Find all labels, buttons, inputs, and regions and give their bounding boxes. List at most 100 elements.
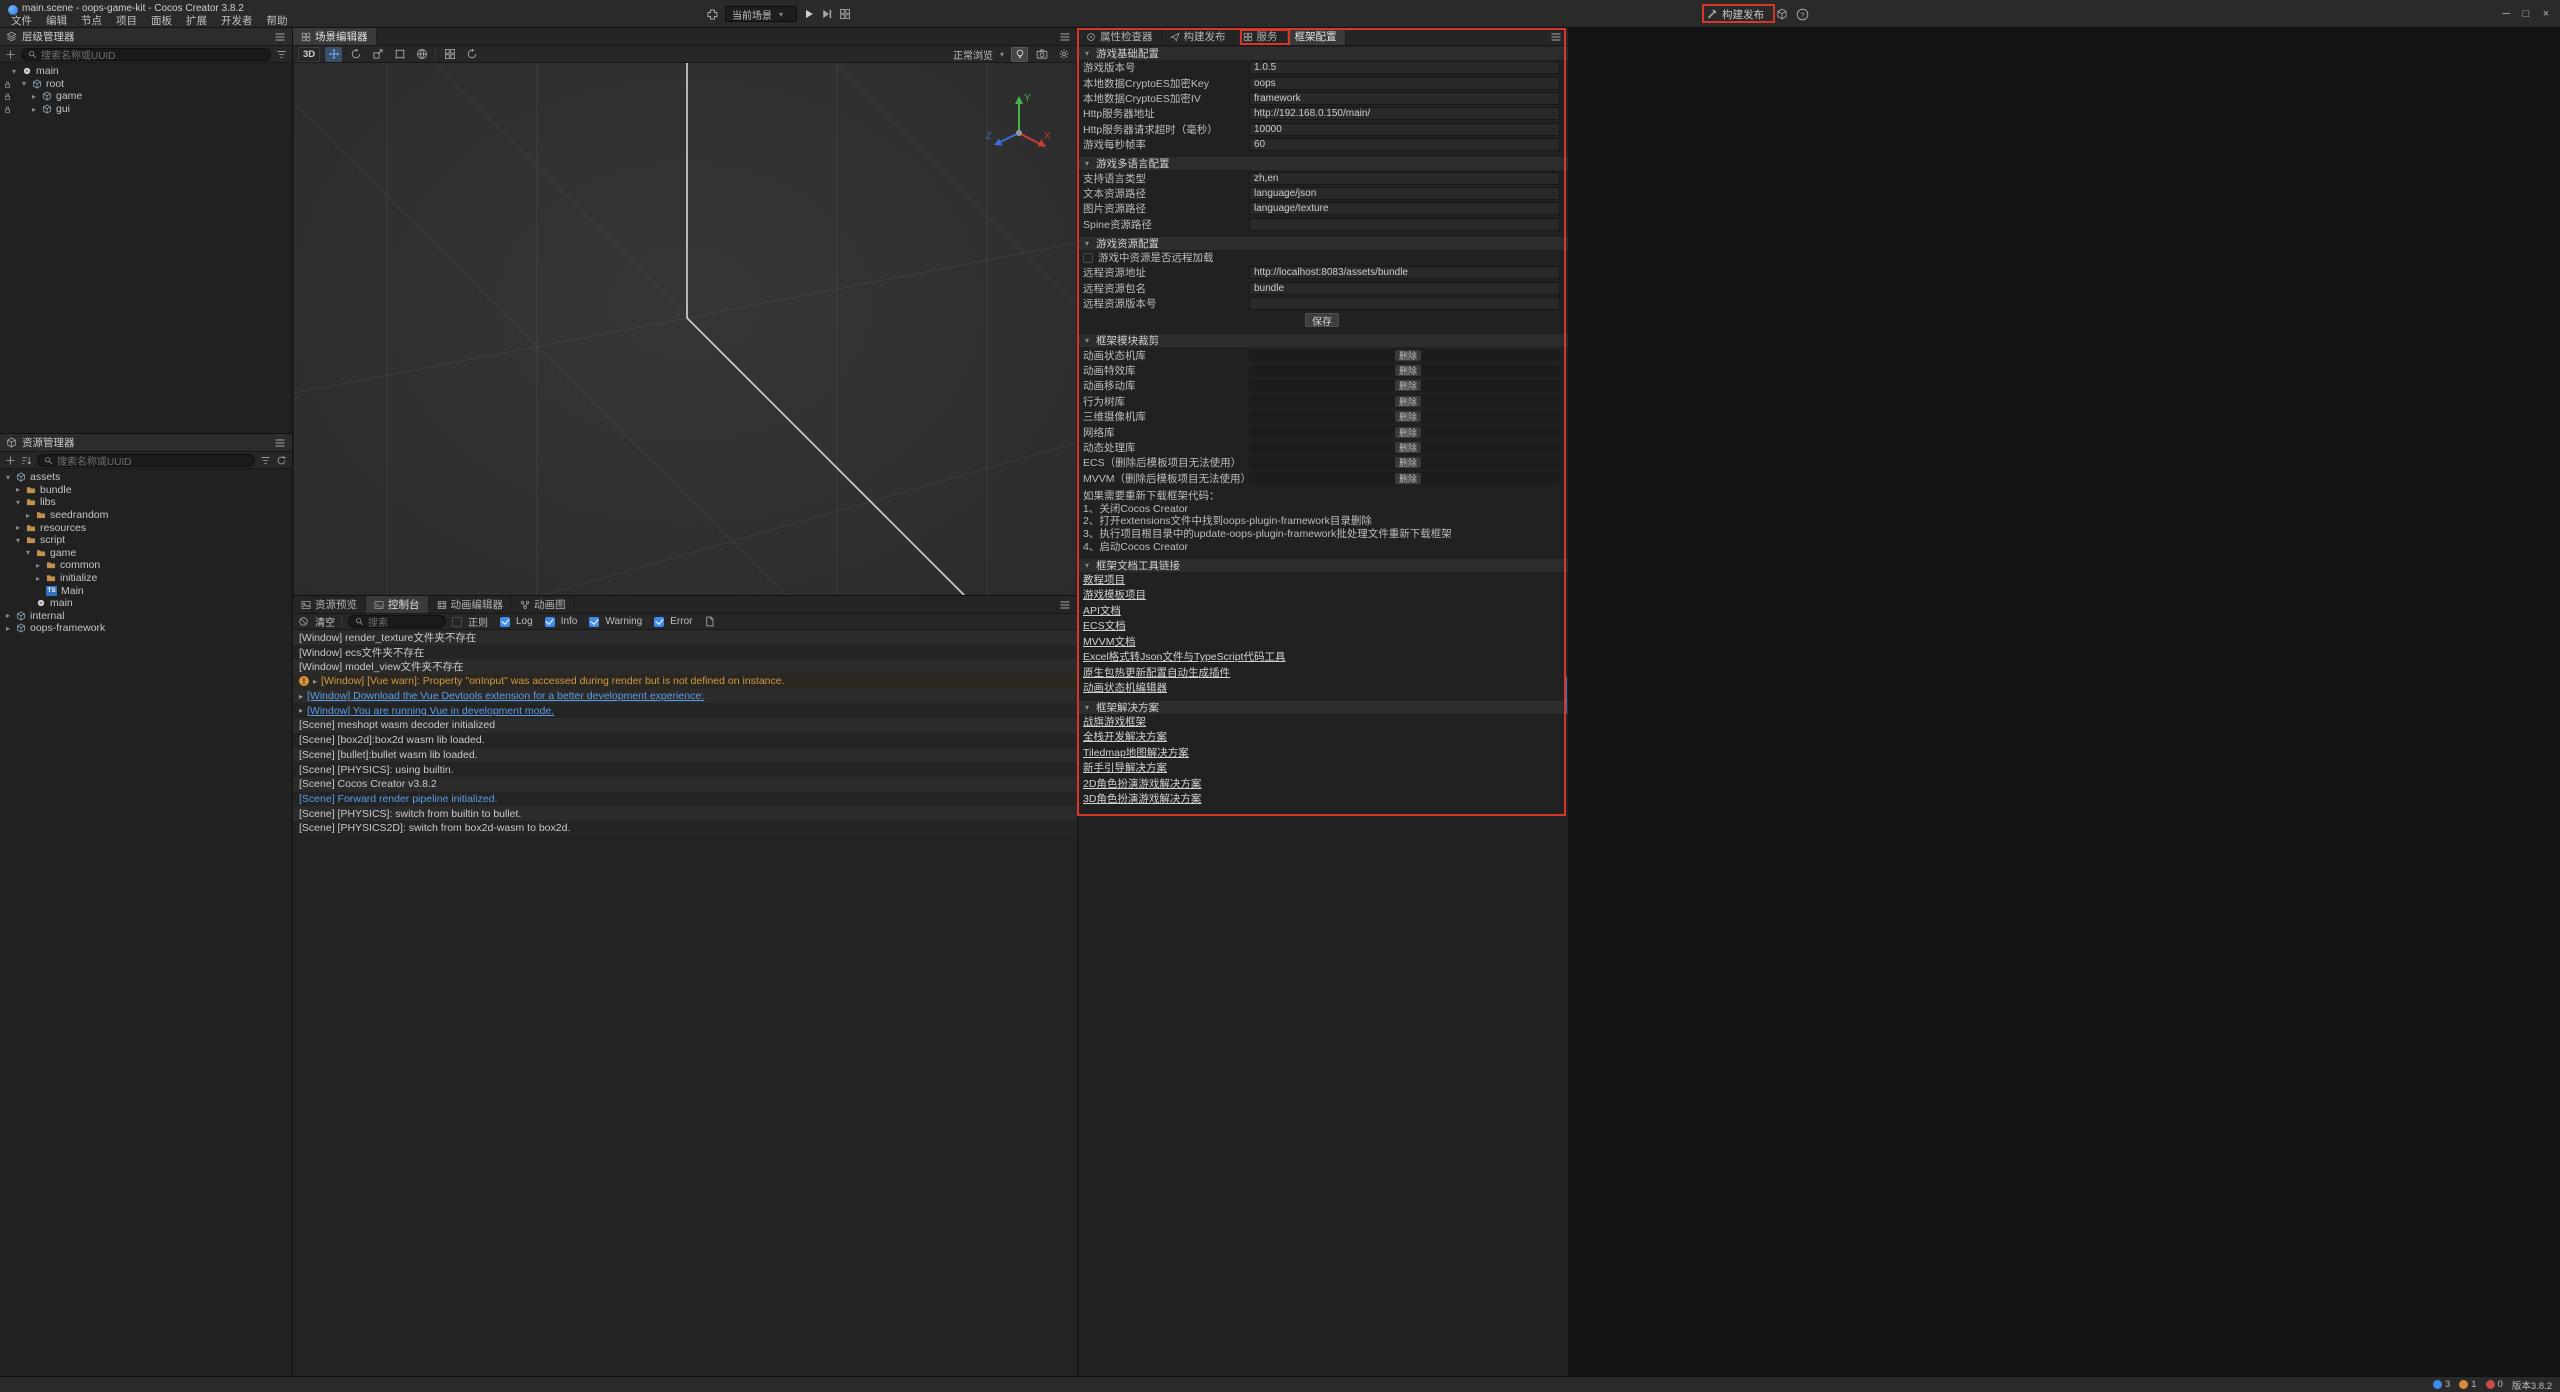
log-row[interactable]: [Window] ecs文件夹不存在 — [293, 645, 1077, 660]
solution-link-tiledmap[interactable]: Tiledmap地图解决方案 — [1083, 745, 1189, 760]
dimension-toggle[interactable]: 3D — [298, 47, 320, 62]
filter-info-checkbox[interactable] — [545, 617, 555, 627]
solution-link-3drpg[interactable]: 3D角色扮演游戏解决方案 — [1083, 791, 1201, 806]
scene-viewport[interactable]: Y X Z — [294, 63, 1076, 595]
section-i18n[interactable]: ▾游戏多语言配置 — [1078, 157, 1568, 170]
panel-menu-icon[interactable] — [274, 437, 286, 449]
scene-settings-button[interactable] — [1055, 47, 1072, 62]
assets-search-input[interactable]: 搜索名称或UUID — [37, 454, 255, 467]
delete-module-button[interactable]: 删除 — [1395, 396, 1421, 407]
expand-caret-icon[interactable]: ▾ — [24, 548, 32, 557]
section-solutions[interactable]: ▾框架解决方案 — [1078, 701, 1568, 714]
delete-module-button[interactable]: 删除 — [1395, 427, 1421, 438]
spine-path-input[interactable] — [1249, 218, 1560, 231]
menu-item-panel[interactable]: 面板 — [144, 13, 179, 28]
asset-row-initialize[interactable]: ▸initialize — [0, 572, 292, 585]
snap-grid-button[interactable] — [441, 47, 458, 62]
play-button[interactable] — [803, 8, 815, 20]
filter-log-checkbox[interactable] — [500, 617, 510, 627]
log-row[interactable]: [Scene] [box2d]:box2d wasm lib loaded. — [293, 733, 1077, 748]
tree-node-game[interactable]: ▸ game — [0, 90, 292, 103]
filter-icon[interactable] — [260, 455, 271, 466]
log-row[interactable]: [Scene] Cocos Creator v3.8.2 — [293, 777, 1077, 792]
axis-gizmo[interactable]: Y X Z — [984, 91, 1054, 161]
scale-tool-button[interactable] — [369, 47, 386, 62]
build-publish-button[interactable]: 构建发布 — [1706, 0, 1764, 28]
menu-item-node[interactable]: 节点 — [74, 13, 109, 28]
solution-link-guide[interactable]: 新手引导解决方案 — [1083, 760, 1167, 775]
menu-item-developer[interactable]: 开发者 — [214, 13, 260, 28]
section-resources[interactable]: ▾游戏资源配置 — [1078, 237, 1568, 250]
close-button[interactable]: × — [2536, 8, 2556, 20]
save-button[interactable]: 保存 — [1305, 313, 1339, 327]
preview-device-icon[interactable] — [706, 8, 719, 21]
console-search-input[interactable]: 搜索 — [348, 615, 446, 628]
render-mode-select[interactable]: 正常浏览 — [953, 47, 993, 62]
clear-console-button[interactable]: 清空 — [315, 614, 335, 629]
remote-load-checkbox[interactable] — [1083, 253, 1093, 263]
collapsed-caret-icon[interactable]: ▸ — [30, 105, 38, 114]
hierarchy-search-input[interactable]: 搜索名称或UUID — [21, 48, 271, 61]
log-row[interactable]: [Scene] [PHYSICS2D]: switch from box2d-w… — [293, 821, 1077, 836]
menu-item-project[interactable]: 项目 — [109, 13, 144, 28]
doc-link-api[interactable]: API文档 — [1083, 603, 1121, 618]
collapsed-caret-icon[interactable]: ▸ — [30, 92, 38, 101]
lock-icon[interactable] — [3, 105, 12, 114]
asset-row-internal[interactable]: ▸internal — [0, 610, 292, 623]
log-row[interactable]: [Scene] [bullet]:bullet wasm lib loaded. — [293, 748, 1077, 763]
log-row-link[interactable]: ▸[Window] You are running Vue in develop… — [293, 703, 1077, 718]
languages-input[interactable] — [1249, 172, 1560, 185]
lock-icon[interactable] — [3, 92, 12, 101]
log-row[interactable]: [Window] render_texture文件夹不存在 — [293, 630, 1077, 645]
asset-row-main-scene[interactable]: main — [0, 597, 292, 610]
error-count-badge[interactable]: 0 — [2486, 1379, 2503, 1390]
rect-tool-button[interactable] — [391, 47, 408, 62]
tab-property-inspector[interactable]: 属性检查器 — [1078, 28, 1162, 45]
solution-link-fullstack[interactable]: 全栈开发解决方案 — [1083, 729, 1167, 744]
layout-grid-icon[interactable] — [839, 8, 851, 20]
expand-caret-icon[interactable]: ▾ — [14, 498, 22, 507]
collapsed-caret-icon[interactable]: ▸ — [14, 485, 22, 494]
crypto-iv-input[interactable] — [1249, 92, 1560, 105]
warning-count-badge[interactable]: 1 — [2459, 1379, 2476, 1390]
delete-module-button[interactable]: 删除 — [1395, 442, 1421, 453]
doc-link-template[interactable]: 游戏模板项目 — [1083, 587, 1146, 602]
solution-link-2drpg[interactable]: 2D角色扮演游戏解决方案 — [1083, 776, 1201, 791]
remote-url-input[interactable] — [1249, 266, 1560, 279]
delete-module-button[interactable]: 删除 — [1395, 350, 1421, 361]
expand-caret-icon[interactable]: ▾ — [4, 473, 12, 482]
expand-caret-icon[interactable]: ▸ — [299, 692, 303, 701]
asset-row-common[interactable]: ▸common — [0, 559, 292, 572]
collapsed-caret-icon[interactable]: ▸ — [14, 523, 22, 532]
filter-warning-checkbox[interactable] — [589, 617, 599, 627]
menu-item-file[interactable]: 文件 — [4, 13, 39, 28]
asset-row-script[interactable]: ▾script — [0, 534, 292, 547]
lock-icon[interactable] — [3, 80, 12, 89]
collapsed-caret-icon[interactable]: ▸ — [24, 511, 32, 520]
asset-row-bundle[interactable]: ▸bundle — [0, 484, 292, 497]
doc-link-anim-state-editor[interactable]: 动画状态机编辑器 — [1083, 680, 1167, 695]
delete-module-button[interactable]: 删除 — [1395, 380, 1421, 391]
doc-link-mvvm[interactable]: MVVM文档 — [1083, 634, 1136, 649]
tab-scene-editor[interactable]: 场景编辑器 — [293, 28, 377, 45]
doc-link-excel-tool[interactable]: Excel格式转Json文件与TypeScript代码工具 — [1083, 649, 1285, 664]
delete-module-button[interactable]: 删除 — [1395, 411, 1421, 422]
section-game-basic[interactable]: ▾游戏基础配置 — [1078, 47, 1568, 60]
remote-bundle-input[interactable] — [1249, 282, 1560, 295]
scene-light-toggle[interactable] — [1011, 47, 1028, 62]
tree-node-root[interactable]: ▾ root — [0, 78, 292, 91]
expand-caret-icon[interactable]: ▾ — [10, 67, 18, 76]
export-log-icon[interactable] — [704, 616, 715, 627]
filter-icon[interactable] — [276, 49, 287, 60]
tree-node-main[interactable]: ▾ main — [0, 65, 292, 78]
minimize-button[interactable]: ─ — [2496, 8, 2516, 20]
doc-link-tutorial[interactable]: 教程项目 — [1083, 572, 1125, 587]
delete-module-button[interactable]: 删除 — [1395, 365, 1421, 376]
tab-asset-preview[interactable]: 资源预览 — [293, 596, 366, 613]
filter-error-checkbox[interactable] — [654, 617, 664, 627]
log-row[interactable]: [Scene] [PHYSICS]: switch from builtin t… — [293, 806, 1077, 821]
pivot-button[interactable] — [463, 47, 480, 62]
tab-services[interactable]: 服务 — [1235, 28, 1287, 45]
delete-module-button[interactable]: 删除 — [1395, 473, 1421, 484]
log-link[interactable]: [Window] Download the Vue Devtools exten… — [307, 690, 704, 702]
